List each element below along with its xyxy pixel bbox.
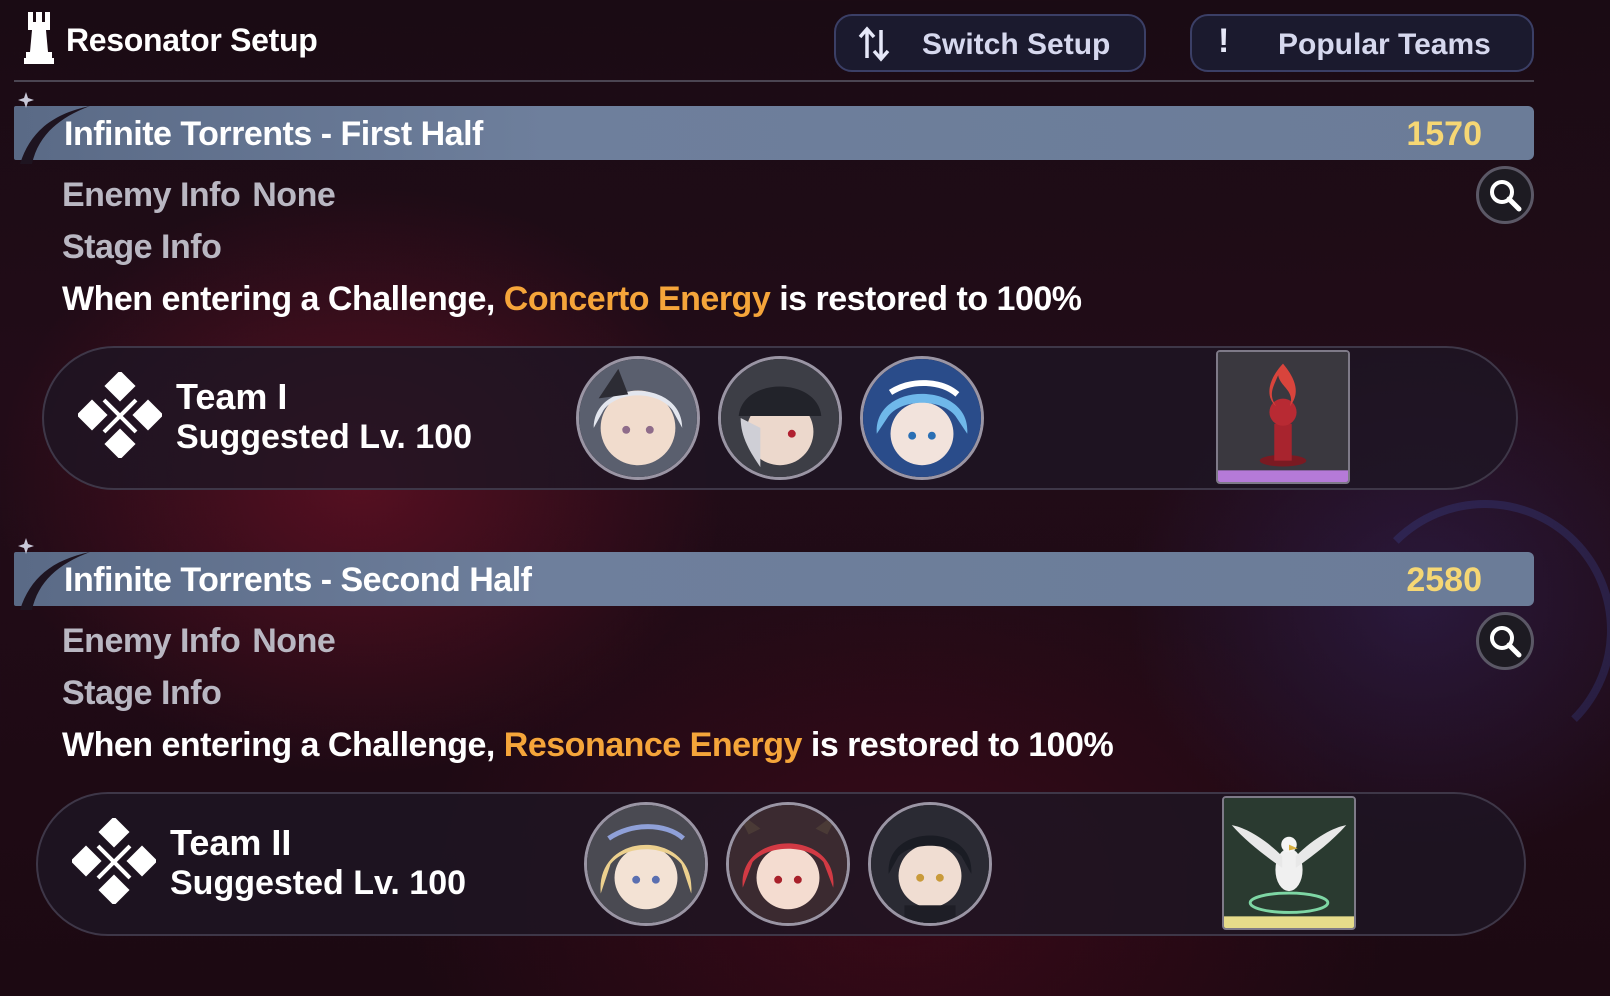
popular-teams-label: Popular Teams [1278, 28, 1491, 61]
desc-prefix: When entering a Challenge, [62, 726, 495, 764]
enemy-info-value: None [252, 176, 336, 214]
desc-suffix: is restored to 100% [779, 280, 1082, 318]
section-score: 1570 [1406, 115, 1482, 153]
switch-setup-button[interactable]: Switch Setup [834, 14, 1146, 72]
team-card[interactable]: Team I Suggested Lv. 100 [42, 346, 1518, 490]
desc-prefix: When entering a Challenge, [62, 280, 495, 318]
red-haired-horned-resonator-avatar[interactable] [726, 802, 850, 926]
red-flame-chess-echo-icon[interactable] [1216, 350, 1350, 484]
stage-info-label: Stage Info [62, 674, 222, 712]
blonde-crowned-resonator-avatar[interactable] [584, 802, 708, 926]
section-title: Infinite Torrents - Second Half [64, 561, 532, 599]
crossed-swords-icon [78, 372, 162, 458]
enemy-info-label: Enemy Info [62, 622, 241, 660]
enemy-info: Enemy Info None [62, 176, 336, 215]
dark-haired-resonator-avatar[interactable] [868, 802, 992, 926]
section-title: Infinite Torrents - First Half [64, 115, 483, 153]
stage-info-label: Stage Info [62, 228, 222, 266]
page-title: Resonator Setup [66, 22, 318, 58]
header-bar: Resonator Setup Switch Setup ! Popular T… [14, 0, 1534, 82]
desc-suffix: is restored to 100% [810, 726, 1114, 764]
chess-rook-icon [24, 12, 54, 64]
capped-resonator-avatar[interactable] [718, 356, 842, 480]
desc-highlight: Concerto Energy [503, 280, 771, 318]
search-icon [1490, 626, 1522, 658]
popular-teams-button[interactable]: ! Popular Teams [1190, 14, 1534, 72]
team-name: Team II [170, 822, 292, 863]
team-card[interactable]: Team II Suggested Lv. 100 [36, 792, 1526, 936]
section-score: 2580 [1406, 561, 1482, 599]
enemy-info-value: None [252, 622, 336, 660]
desc-highlight: Resonance Energy [503, 726, 803, 764]
enemy-info: Enemy Info None [62, 622, 336, 661]
enemy-info-label: Enemy Info [62, 176, 241, 214]
silver-haired-resonator-avatar[interactable] [576, 356, 700, 480]
white-eagle-echo-icon[interactable] [1222, 796, 1356, 930]
blue-haired-resonator-avatar[interactable] [860, 356, 984, 480]
switch-setup-label: Switch Setup [922, 28, 1111, 61]
team-suggested-level: Suggested Lv. 100 [170, 864, 467, 902]
team-name: Team I [176, 376, 288, 417]
exclamation-icon: ! [1218, 22, 1230, 60]
team-suggested-level: Suggested Lv. 100 [176, 418, 473, 456]
stage-description: When entering a Challenge, Concerto Ener… [62, 280, 1082, 319]
enemy-info-search-button[interactable] [1476, 612, 1534, 670]
search-icon [1490, 180, 1522, 212]
crossed-swords-icon [72, 818, 156, 904]
stage-description: When entering a Challenge, Resonance Ene… [62, 726, 1114, 765]
swap-arrows-icon [858, 26, 890, 62]
enemy-info-search-button[interactable] [1476, 166, 1534, 224]
